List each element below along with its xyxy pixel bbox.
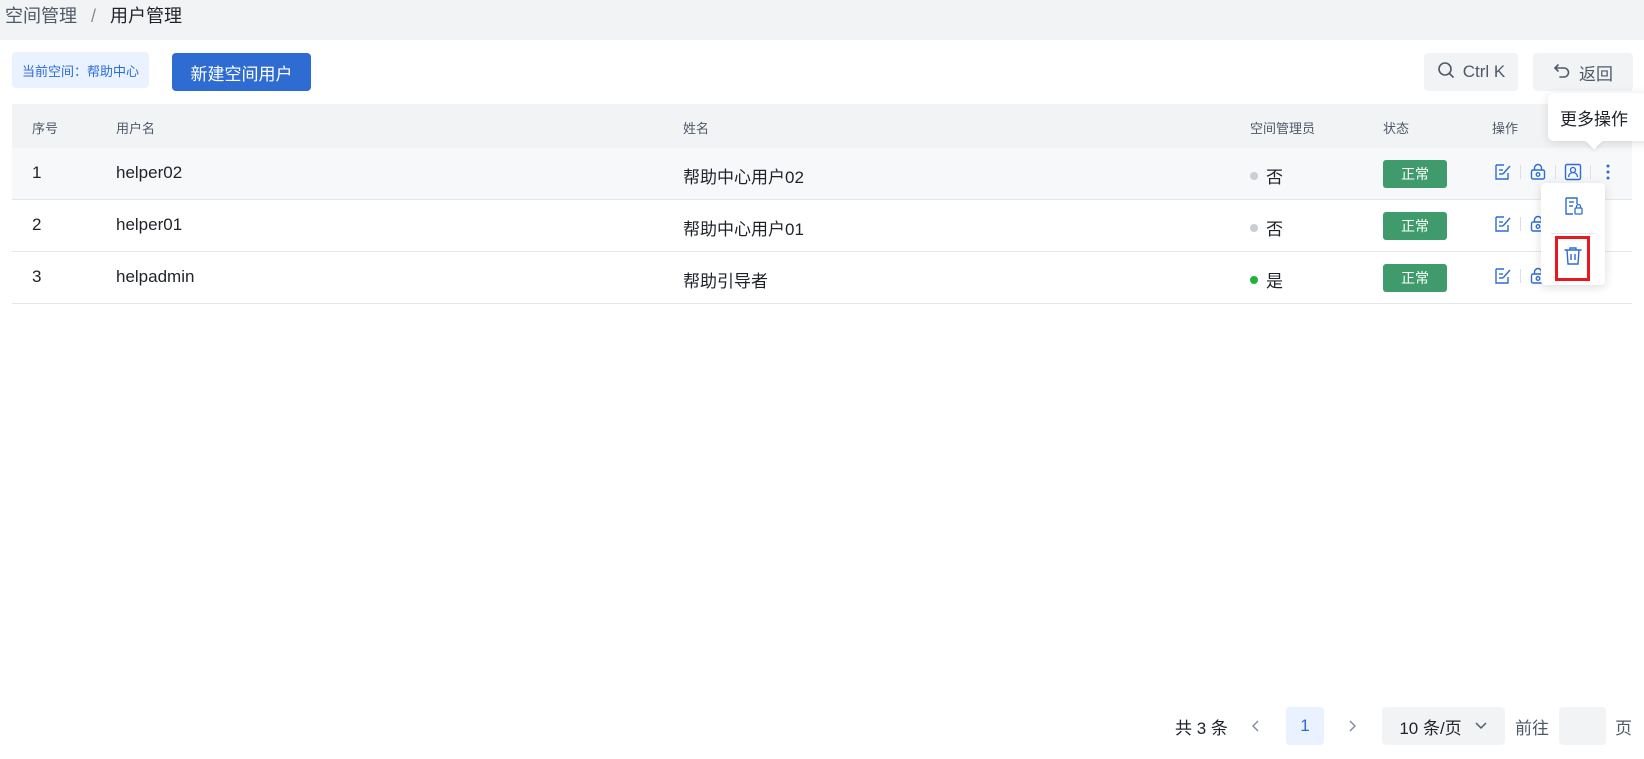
- action-divider: [1555, 165, 1556, 179]
- row-index: 1: [32, 163, 42, 182]
- header-index: 序号: [32, 121, 59, 136]
- user-role-icon[interactable]: [1562, 161, 1584, 183]
- search-button[interactable]: Ctrl K: [1424, 53, 1518, 91]
- breadcrumb: 空间管理 / 用户管理: [5, 4, 182, 28]
- more-actions-tooltip: 更多操作: [1548, 93, 1644, 141]
- row-admin: 否: [1250, 163, 1283, 188]
- document-lock-icon: [1562, 195, 1584, 222]
- row-admin-text: 否: [1266, 168, 1283, 187]
- row-index: 3: [32, 267, 42, 286]
- row-username: helpadmin: [116, 267, 195, 286]
- dropdown-item-permission[interactable]: [1541, 185, 1605, 231]
- header-username: 用户名: [116, 121, 156, 136]
- pagination-next-button[interactable]: [1346, 707, 1366, 745]
- pagination-prev-button[interactable]: [1250, 707, 1270, 745]
- current-space-tag: 当前空间：帮助中心: [12, 52, 150, 88]
- row-admin: 是: [1250, 267, 1283, 292]
- pagination-goto-label: 前往: [1515, 718, 1549, 738]
- edit-icon[interactable]: [1492, 265, 1514, 287]
- user-table: 序号 用户名 姓名 空间管理员 状态 操作 1 helper02 帮助中心用户0…: [12, 104, 1632, 304]
- row-name: 帮助引导者: [683, 272, 768, 291]
- admin-status-dot: [1250, 223, 1258, 232]
- table-row: 1 helper02 帮助中心用户02 否 正常: [12, 148, 1632, 200]
- delete-highlight-box: [1555, 236, 1590, 281]
- pagination-page-suffix: 页: [1615, 718, 1632, 738]
- action-divider: [1520, 217, 1521, 231]
- header-status: 状态: [1383, 121, 1410, 136]
- row-username: helper02: [116, 163, 183, 182]
- breadcrumb-item-user-management: 用户管理: [110, 6, 183, 26]
- chevron-right-icon: [1349, 720, 1357, 732]
- row-name: 帮助中心用户02: [683, 168, 804, 187]
- row-admin: 否: [1250, 215, 1283, 240]
- new-space-user-button[interactable]: 新建空间用户: [172, 53, 311, 91]
- search-icon: [1437, 61, 1455, 84]
- admin-status-dot: [1250, 275, 1258, 284]
- status-badge: 正常: [1383, 264, 1447, 292]
- row-admin-text: 否: [1266, 220, 1283, 239]
- table-header: 序号 用户名 姓名 空间管理员 状态 操作: [12, 104, 1632, 148]
- row-actions: [1492, 161, 1619, 183]
- undo-icon: [1553, 61, 1571, 84]
- row-admin-text: 是: [1266, 272, 1283, 291]
- edit-icon[interactable]: [1492, 161, 1514, 183]
- breadcrumb-item-space-management[interactable]: 空间管理: [5, 4, 77, 28]
- pagination-goto-input[interactable]: [1559, 707, 1606, 745]
- back-label: 返回: [1579, 64, 1613, 84]
- status-badge: 正常: [1383, 212, 1447, 240]
- chevron-left-icon: [1251, 720, 1259, 732]
- pagination-total: 共 3 条: [1175, 718, 1228, 738]
- breadcrumb-separator: /: [91, 6, 97, 26]
- row-name: 帮助中心用户01: [683, 220, 804, 239]
- breadcrumb-bar: 空间管理 / 用户管理: [0, 0, 1644, 40]
- header-space-admin: 空间管理员: [1250, 121, 1316, 136]
- search-shortcut-label: Ctrl K: [1462, 62, 1506, 81]
- header-name: 姓名: [683, 121, 710, 136]
- more-vertical-icon[interactable]: [1597, 161, 1619, 183]
- back-button[interactable]: 返回: [1533, 53, 1633, 91]
- admin-status-dot: [1250, 171, 1258, 180]
- header-ops: 操作: [1492, 121, 1519, 136]
- action-divider: [1520, 269, 1521, 283]
- lock-icon[interactable]: [1527, 161, 1549, 183]
- edit-icon[interactable]: [1492, 213, 1514, 235]
- table-row: 3 helpadmin 帮助引导者 是 正常: [12, 252, 1632, 304]
- row-index: 2: [32, 215, 42, 234]
- table-row: 2 helper01 帮助中心用户01 否 正常: [12, 200, 1632, 252]
- row-username: helper01: [116, 215, 183, 234]
- dropdown-divider: [1551, 233, 1595, 234]
- status-badge: 正常: [1383, 160, 1447, 188]
- action-divider: [1590, 165, 1591, 179]
- page-size-select[interactable]: 10 条/页: [1382, 707, 1505, 745]
- pagination-page-1[interactable]: 1: [1286, 707, 1324, 745]
- page-size-value: 10 条/页: [1399, 718, 1462, 738]
- chevron-down-icon: [1475, 722, 1487, 730]
- action-divider: [1520, 165, 1521, 179]
